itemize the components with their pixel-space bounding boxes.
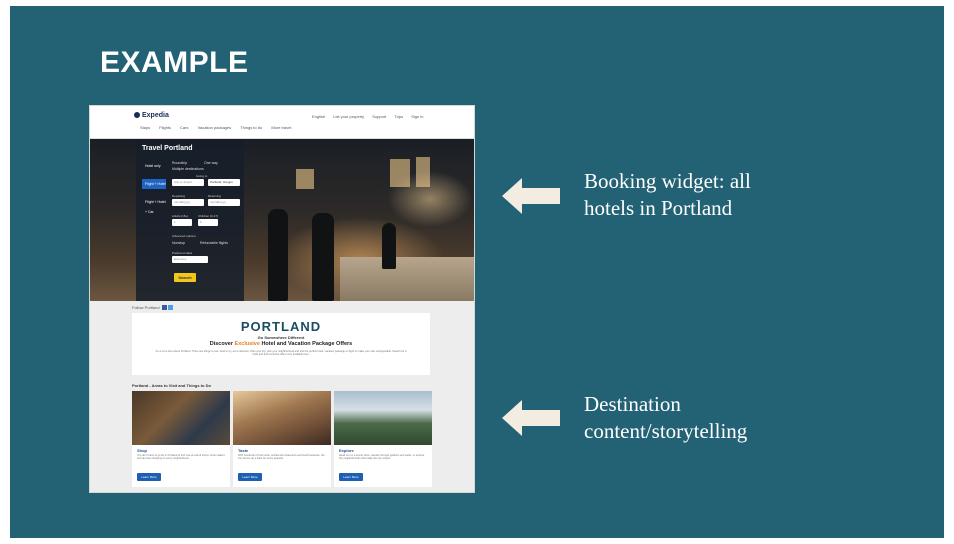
leaving-from-input[interactable]: City or airport (172, 179, 204, 186)
tab-flight-hotel-car[interactable]: Flight + Hotel + Car (142, 197, 166, 214)
learn-more-button[interactable]: Learn More (238, 473, 262, 481)
going-to-input[interactable]: Portland, Oregon (208, 179, 240, 186)
card-image-shop (132, 391, 230, 445)
radio-roundtrip[interactable]: Roundtrip (172, 161, 187, 165)
site-logo[interactable]: Expedia (134, 112, 169, 119)
returning-input[interactable]: mm/dd/yyyy (208, 199, 240, 206)
tab-flight-hotel[interactable]: Flight + Hotel (142, 179, 166, 189)
radio-one-way[interactable]: One way (204, 161, 218, 165)
left-arrow-icon (502, 400, 560, 436)
slide-title: EXAMPLE (100, 46, 249, 79)
card-title[interactable]: Explore (339, 448, 354, 453)
promo-headline: Discover Exclusive Hotel and Vacation Pa… (209, 341, 353, 347)
hero-person (382, 223, 396, 269)
departing-input[interactable]: mm/dd/yyyy (172, 199, 204, 206)
expedia-logo-icon (134, 112, 140, 118)
hero-image: Travel Portland Hotel only Flight + Hote… (90, 139, 474, 301)
nav-item-things[interactable]: Things to do (240, 125, 262, 130)
card-explore: Explore Head out on a scenic drive, wand… (334, 391, 432, 487)
destination-content: Follow Portland PORTLAND Go Somewhere Di… (90, 301, 474, 492)
callout-destination: Destination content/storytelling (584, 391, 747, 445)
radio-multi[interactable]: Multiple destinations (172, 167, 204, 171)
site-nav: Stays Flights Cars Vacation packages Thi… (140, 125, 299, 130)
header-links: English List your property Support Trips… (312, 114, 430, 119)
nonstop-checkbox[interactable]: Nonstop (172, 241, 185, 245)
departing-label: Departing (172, 194, 186, 198)
card-text: With hundreds of food carts, acclaimed r… (238, 454, 325, 461)
website-screenshot: Expedia Stays Flights Cars Vacation pack… (90, 106, 474, 492)
tab-hotel-only[interactable]: Hotel only (142, 161, 166, 171)
card-taste: Taste With hundreds of food carts, accla… (233, 391, 331, 487)
booking-widget: Travel Portland Hotel only Flight + Hote… (136, 139, 244, 301)
hero-window (416, 157, 430, 187)
hero-window (296, 169, 314, 189)
nav-item-cars[interactable]: Cars (180, 125, 188, 130)
going-to-label: Going to (196, 174, 208, 178)
callout-booking: Booking widget: all hotels in Portland (584, 168, 751, 222)
card-image-explore (334, 391, 432, 445)
callout-booking-line1: Booking widget: all (584, 169, 751, 193)
class-label: Preferred class (172, 251, 193, 255)
callout-booking-line2: hotels in Portland (584, 196, 733, 220)
card-title[interactable]: Shop (137, 448, 147, 453)
callout-destination-line2: content/storytelling (584, 419, 748, 443)
hero-person (312, 213, 334, 301)
card-text: You don't have to go far in Portland to … (137, 454, 225, 461)
promo-body: It's a lot to love about Portland. There… (155, 350, 407, 357)
learn-more-button[interactable]: Learn More (339, 473, 363, 481)
adults-label: Adults (18+) (172, 214, 189, 218)
promo-title: PORTLAND (240, 319, 322, 334)
card-text: Head out on a scenic drive, wander throu… (339, 454, 425, 461)
hero-window (390, 159, 410, 187)
returning-label: Returning (208, 194, 222, 198)
nav-item-more[interactable]: More travel (271, 125, 291, 130)
learn-more-button[interactable]: Learn More (137, 473, 161, 481)
link-sign-in[interactable]: Sign in (411, 114, 423, 119)
class-select[interactable]: Economy (172, 256, 208, 263)
follow-portland: Follow Portland (132, 305, 173, 310)
promo-subtitle: Go Somewhere Different (257, 335, 305, 340)
link-list-property[interactable]: List your property (333, 114, 364, 119)
slide: EXAMPLE Expedia Stays Flights Cars Vacat… (10, 6, 944, 538)
children-select[interactable]: 0 (198, 219, 218, 226)
promo-banner: PORTLAND Go Somewhere Different Discover… (132, 313, 430, 375)
callout-destination-line1: Destination (584, 392, 681, 416)
facebook-icon[interactable] (161, 305, 167, 310)
areas-heading: Portland - Areas to Visit and Things to … (132, 383, 211, 388)
site-header: Expedia Stays Flights Cars Vacation pack… (90, 106, 474, 139)
adults-select[interactable]: 1 (172, 219, 192, 226)
link-language[interactable]: English (312, 114, 325, 119)
card-shop: Shop You don't have to go far in Portlan… (132, 391, 230, 487)
card-title[interactable]: Taste (238, 448, 248, 453)
hero-person (268, 209, 288, 301)
card-image-taste (233, 391, 331, 445)
nav-item-packages[interactable]: Vacation packages (198, 125, 232, 130)
nav-item-flights[interactable]: Flights (159, 125, 171, 130)
advanced-options-label[interactable]: Advanced options (172, 234, 196, 238)
hero-table (340, 257, 474, 301)
twitter-icon[interactable] (167, 305, 173, 310)
widget-title: Travel Portland (142, 145, 193, 152)
link-support[interactable]: Support (372, 114, 386, 119)
refundable-checkbox[interactable]: Refundable flights (200, 241, 228, 245)
nav-item-stays[interactable]: Stays (140, 125, 150, 130)
children-label: Children (0-17) (198, 214, 219, 218)
left-arrow-icon (502, 178, 560, 214)
link-trips[interactable]: Trips (394, 114, 403, 119)
search-button[interactable]: Search (174, 273, 196, 282)
